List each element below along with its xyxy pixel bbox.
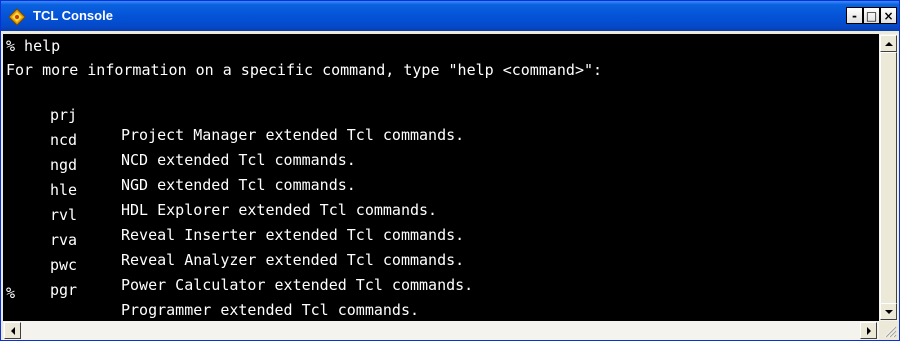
minimize-icon: - <box>852 8 857 23</box>
close-icon: × <box>883 8 894 23</box>
command-row: rvl Reveal Inserter extended Tcl command… <box>6 185 876 244</box>
title-bar[interactable]: TCL Console - □ × <box>1 1 899 31</box>
arrow-left-icon <box>10 326 15 335</box>
command-line: % help <box>6 37 61 55</box>
arrow-right-icon <box>866 326 871 335</box>
vertical-scrollbar[interactable] <box>879 34 898 321</box>
scroll-down-button[interactable] <box>880 303 897 320</box>
command-name: pgr <box>50 281 78 299</box>
input-prompt[interactable]: % <box>6 284 15 302</box>
resize-grip-icon <box>884 326 897 338</box>
command-description: Programmer extended Tcl commands. <box>121 301 420 319</box>
arrow-down-icon <box>884 309 893 314</box>
command-row: pgr Programmer extended Tcl commands. <box>6 260 876 319</box>
minimize-button[interactable]: - <box>846 7 863 24</box>
tcl-console-window: TCL Console - □ × % help For more inform… <box>0 0 900 341</box>
vertical-scroll-track[interactable] <box>880 52 897 304</box>
command-row: prj Project Manager extended Tcl command… <box>6 85 876 144</box>
info-line: For more information on a specific comma… <box>6 61 603 79</box>
command-row: rva Reveal Analyzer extended Tcl command… <box>6 210 876 269</box>
maximize-icon: □ <box>865 8 878 23</box>
command-row: ncd NCD extended Tcl commands. <box>6 110 876 169</box>
command-row: ngd NGD extended Tcl commands. <box>6 135 876 194</box>
command-row: pwc Power Calculator extended Tcl comman… <box>6 235 876 294</box>
tcl-app-icon <box>8 8 26 26</box>
window-title: TCL Console <box>33 8 113 23</box>
command-row: hle HDL Explorer extended Tcl commands. <box>6 160 876 219</box>
arrow-up-icon <box>884 41 893 46</box>
maximize-button[interactable]: □ <box>863 7 880 24</box>
horizontal-scrollbar[interactable] <box>3 321 879 340</box>
console-output[interactable]: % help For more information on a specifi… <box>3 34 879 321</box>
scroll-up-button[interactable] <box>880 35 897 52</box>
close-button[interactable]: × <box>880 7 897 24</box>
scroll-right-button[interactable] <box>860 322 877 339</box>
scroll-left-button[interactable] <box>4 322 21 339</box>
resize-grip[interactable] <box>879 321 898 340</box>
